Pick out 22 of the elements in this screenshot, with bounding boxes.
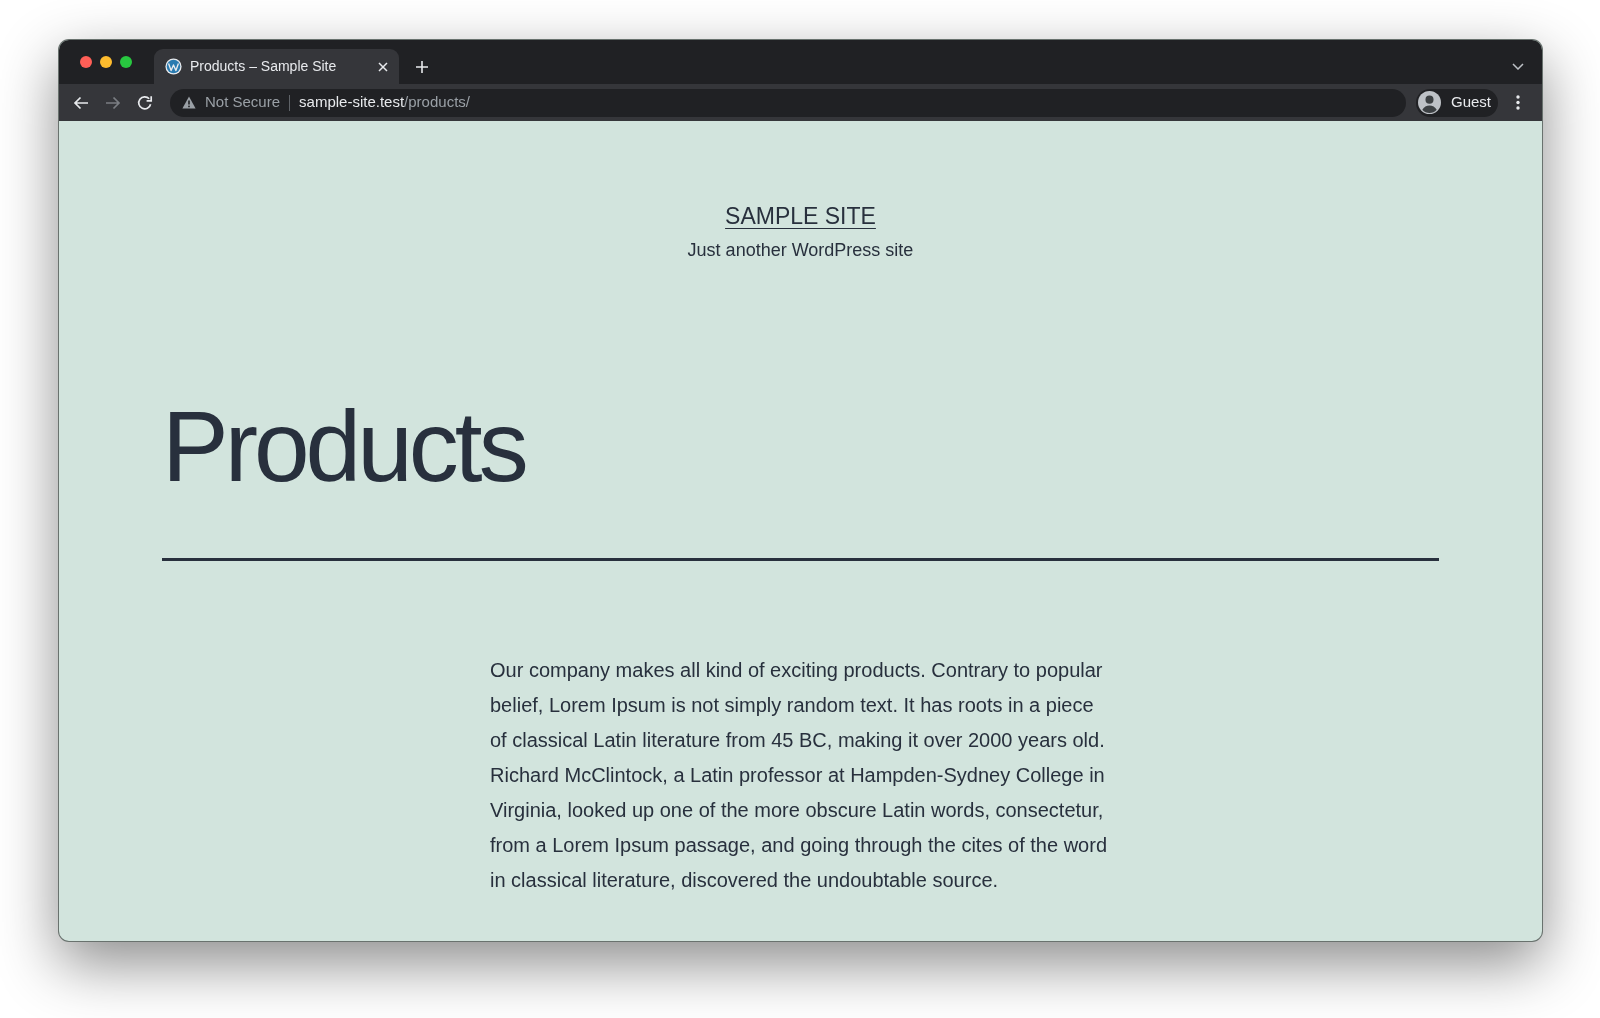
security-label[interactable]: Not Secure: [205, 91, 281, 114]
zoom-window-button[interactable]: [120, 56, 132, 68]
reload-icon: [137, 94, 153, 111]
avatar-icon: [1417, 91, 1441, 114]
minimize-window-button[interactable]: [100, 56, 112, 68]
back-arrow-icon: [73, 94, 89, 111]
chevron-down-icon: [1512, 63, 1524, 70]
forward-arrow-icon: [105, 94, 121, 111]
profile-button[interactable]: Guest: [1415, 88, 1498, 117]
address-bar[interactable]: Not Secure sample-site.test/products/: [170, 88, 1406, 117]
site-title-link[interactable]: SAMPLE SITE: [725, 202, 876, 230]
more-vertical-icon: [1516, 95, 1520, 110]
site-tagline: Just another WordPress site: [687, 239, 914, 262]
close-window-button[interactable]: [80, 56, 92, 68]
plus-icon: [415, 59, 429, 74]
warning-icon: [182, 96, 196, 109]
close-icon: [378, 61, 388, 72]
body-paragraph: Our company makes all kind of exciting products. Contrary to popular belief, Lorem Ipsum is not simply random text. It has roots in a piece of classical Latin literature from 45 BC, making it over 2000 years old. Richard McClintock, a Latin professor at Hampden-Sydney College in Virginia, looked up one of the more obscure Latin words, consectetur, from a Lorem Ipsum passage, and going through the cites of the word in classical literature, discovered the undoubtable source.: [490, 658, 1109, 893]
url-text[interactable]: sample-site.test/products/: [299, 91, 470, 114]
browser-tab[interactable]: Products – Sample Site: [154, 49, 399, 84]
page-heading: Products: [162, 396, 525, 496]
favicon-icon: [165, 58, 182, 75]
